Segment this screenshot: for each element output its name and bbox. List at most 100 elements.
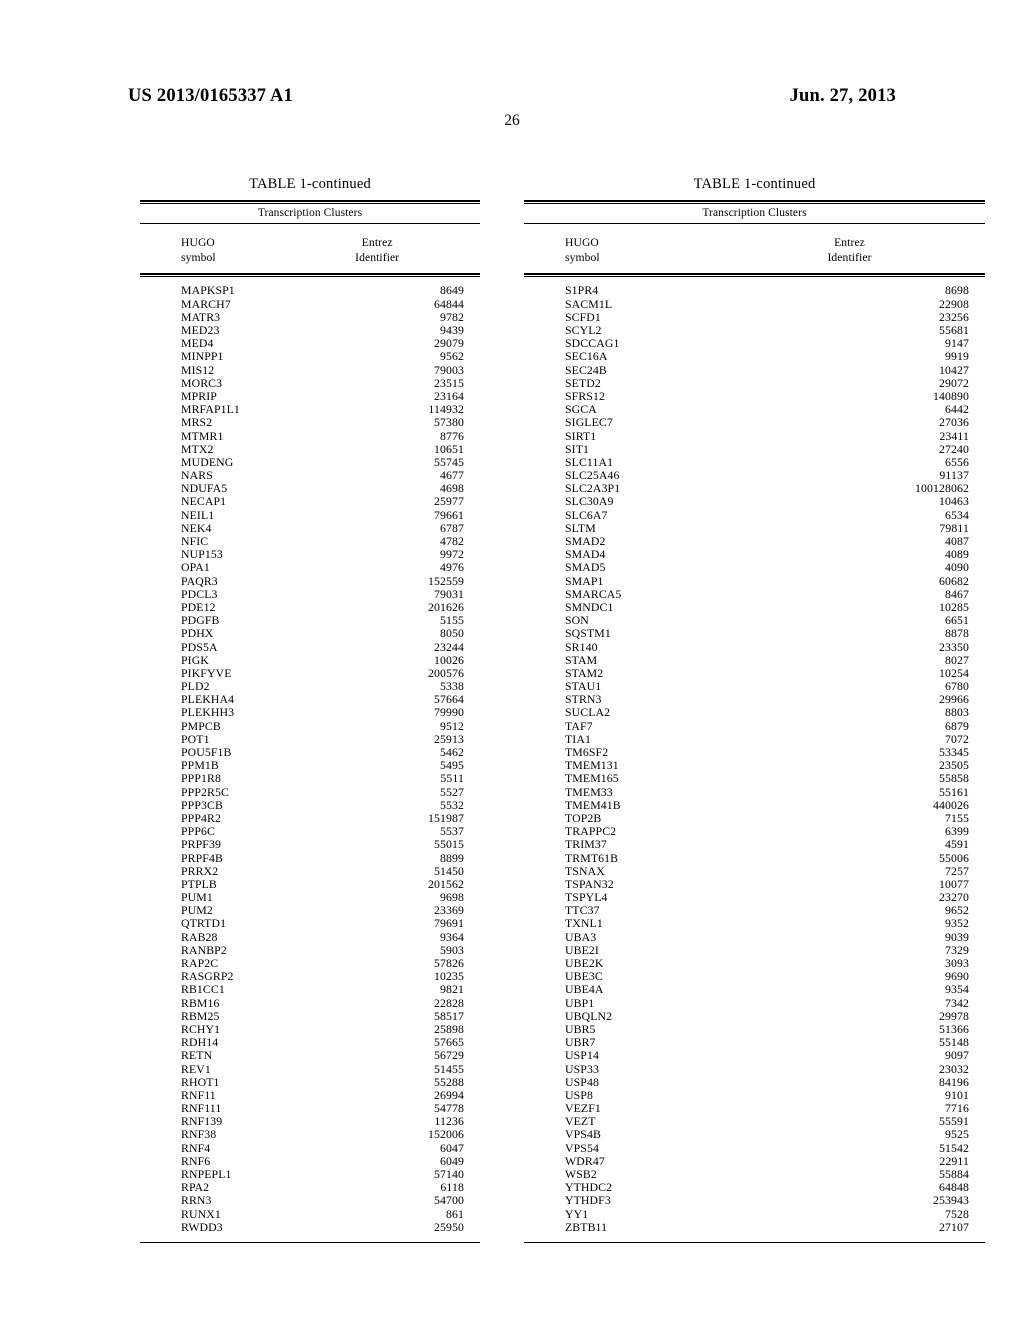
table-body-right: S1PR4 8698 SACM1L 22908 SCFD1 23256 SCYL2 55681…	[524, 277, 985, 1242]
cell-entrez-identifier: 8899	[439, 850, 464, 865]
cell-entrez-identifier: 7342	[944, 995, 969, 1010]
table-column-headers: HUGO symbol Entrez Identifier	[524, 224, 985, 273]
table-row: RUNX1 861	[140, 1206, 480, 1221]
cell-hugo-symbol: RRN3	[181, 1193, 212, 1208]
table-row: SMARCA5 8467	[524, 586, 985, 601]
cell-entrez-identifier: 6879	[944, 718, 969, 733]
cell-hugo-symbol: UBE3C	[565, 969, 603, 984]
cell-entrez-identifier: 55858	[938, 771, 969, 786]
cell-hugo-symbol: YY1	[565, 1206, 589, 1221]
cell-entrez-identifier: 9364	[439, 929, 464, 944]
cell-hugo-symbol: RASGRP2	[181, 969, 234, 984]
table-row: TMEM165 55858	[524, 772, 985, 785]
table-row: OPA1 4976	[140, 561, 480, 574]
cell-entrez-identifier: 8776	[439, 428, 464, 443]
cell-entrez-identifier: 6534	[944, 507, 969, 522]
cell-entrez-identifier: 23411	[939, 428, 969, 443]
cell-hugo-symbol: PIGK	[181, 652, 209, 667]
cell-hugo-symbol: PPP1R8	[181, 771, 221, 786]
cell-hugo-symbol: TSNAX	[565, 863, 605, 878]
cell-hugo-symbol: RNPEPL1	[181, 1167, 232, 1181]
table-row: UBA3 9039	[524, 929, 985, 944]
cell-hugo-symbol: TMEM41B	[565, 797, 621, 812]
table-subheading: Transcription Clusters	[257, 207, 363, 220]
publication-date: Jun. 27, 2013	[789, 86, 896, 106]
table-row: USP14 9097	[524, 1049, 985, 1062]
table-caption: TABLE 1-continued	[249, 176, 371, 192]
publication-number: US 2013/0165337 A1	[128, 86, 293, 106]
cell-entrez-identifier: 60682	[938, 573, 969, 588]
cell-hugo-symbol: SIGLEC7	[565, 415, 613, 430]
cell-hugo-symbol: SIRT1	[565, 428, 597, 443]
cell-hugo-symbol: SCFD1	[565, 309, 601, 324]
cell-hugo-symbol: TRIM37	[565, 837, 607, 852]
table-row: PMPCB 9512	[140, 719, 480, 733]
cell-entrez-identifier: 9097	[944, 1048, 969, 1063]
table-row: SEC16A 9919	[524, 350, 985, 363]
cell-hugo-symbol: RNF139	[181, 1114, 223, 1129]
cell-hugo-symbol: SON	[565, 613, 589, 628]
cell-hugo-symbol: MTX2	[181, 441, 214, 456]
table-row: NEIL1 79661	[140, 508, 480, 522]
cell-hugo-symbol: PDS5A	[181, 639, 218, 654]
cell-hugo-symbol: RNF11	[181, 1087, 216, 1102]
cell-hugo-symbol: STAM2	[565, 665, 604, 680]
cell-hugo-symbol: YTHDF3	[565, 1193, 611, 1208]
cell-hugo-symbol: USP8	[565, 1087, 593, 1102]
cell-entrez-identifier: 79031	[433, 586, 464, 601]
table-row: MIS12 79003	[140, 362, 480, 377]
cell-entrez-identifier: 5532	[439, 797, 464, 812]
cell-hugo-symbol: REV1	[181, 1061, 211, 1076]
table-row: TAF7 6879	[524, 718, 985, 733]
cell-hugo-symbol: TMEM165	[565, 771, 619, 786]
cell-entrez-identifier: 253943	[932, 1193, 969, 1208]
cell-entrez-identifier: 79691	[433, 916, 464, 931]
cell-entrez-identifier: 84196	[938, 1074, 969, 1089]
cell-entrez-identifier: 10651	[433, 441, 464, 456]
cell-hugo-symbol: MUDENG	[181, 454, 234, 469]
table-row: PDS5A 23244	[140, 639, 480, 654]
table-column-headers: HUGO symbol Entrez Identifier	[140, 224, 480, 273]
cell-hugo-symbol: SIT1	[565, 441, 589, 456]
table-row: PPP1R8 5511	[140, 772, 480, 785]
cell-entrez-identifier: 29072	[938, 375, 969, 390]
cell-entrez-identifier: 7528	[944, 1206, 969, 1221]
table-row: PLEKHH3 79990	[140, 706, 480, 719]
table-row: SMAD5 4090	[524, 561, 985, 574]
page-number: 26	[504, 112, 520, 129]
cell-hugo-symbol: RUNX1	[181, 1206, 221, 1221]
cell-hugo-symbol: SUCLA2	[565, 705, 611, 720]
table-row: PIGK 10026	[140, 652, 480, 667]
cell-hugo-symbol: PUM2	[181, 903, 213, 918]
cell-entrez-identifier: 9919	[944, 349, 969, 364]
cell-hugo-symbol: NARS	[181, 468, 213, 483]
table-row: SR140 23350	[524, 640, 985, 654]
table-row: SIT1 27240	[524, 441, 985, 456]
cell-entrez-identifier: 79990	[433, 705, 464, 720]
cell-hugo-symbol: SDCCAG1	[565, 336, 620, 351]
cell-hugo-symbol: RAB28	[181, 929, 218, 944]
cell-hugo-symbol: OPA1	[181, 560, 210, 575]
table-row: SMAP1 60682	[524, 573, 985, 588]
table-row: TRIM37 4591	[524, 838, 985, 851]
cell-hugo-symbol: MED4	[181, 336, 214, 351]
table-row: PPP2R5C 5527	[140, 785, 480, 799]
column-header-symbol-line2: symbol	[565, 251, 600, 265]
cell-hugo-symbol: USP33	[565, 1061, 599, 1076]
table-row: TRMT61B 55006	[524, 851, 985, 865]
table-row: PDHX 8050	[140, 627, 480, 640]
table-columns: TABLE 1-continued Transcription Clusters…	[0, 176, 1024, 1243]
running-head: US 2013/0165337 A1 Jun. 27, 2013	[128, 86, 896, 107]
cell-entrez-identifier: 56729	[433, 1048, 464, 1063]
cell-hugo-symbol: SMAP1	[565, 573, 604, 588]
table-row: RHOT1 55288	[140, 1075, 480, 1089]
cell-entrez-identifier: 8803	[944, 705, 969, 720]
cell-hugo-symbol: USP14	[565, 1048, 599, 1063]
cell-hugo-symbol: SMARCA5	[565, 586, 622, 601]
cell-hugo-symbol: UBE2K	[565, 956, 604, 970]
cell-entrez-identifier: 27240	[938, 441, 969, 456]
cell-entrez-identifier: 10427	[938, 362, 969, 377]
cell-entrez-identifier: 79003	[433, 362, 464, 377]
cell-entrez-identifier: 9039	[944, 929, 969, 944]
cell-hugo-symbol: SLC11A1	[565, 454, 614, 469]
